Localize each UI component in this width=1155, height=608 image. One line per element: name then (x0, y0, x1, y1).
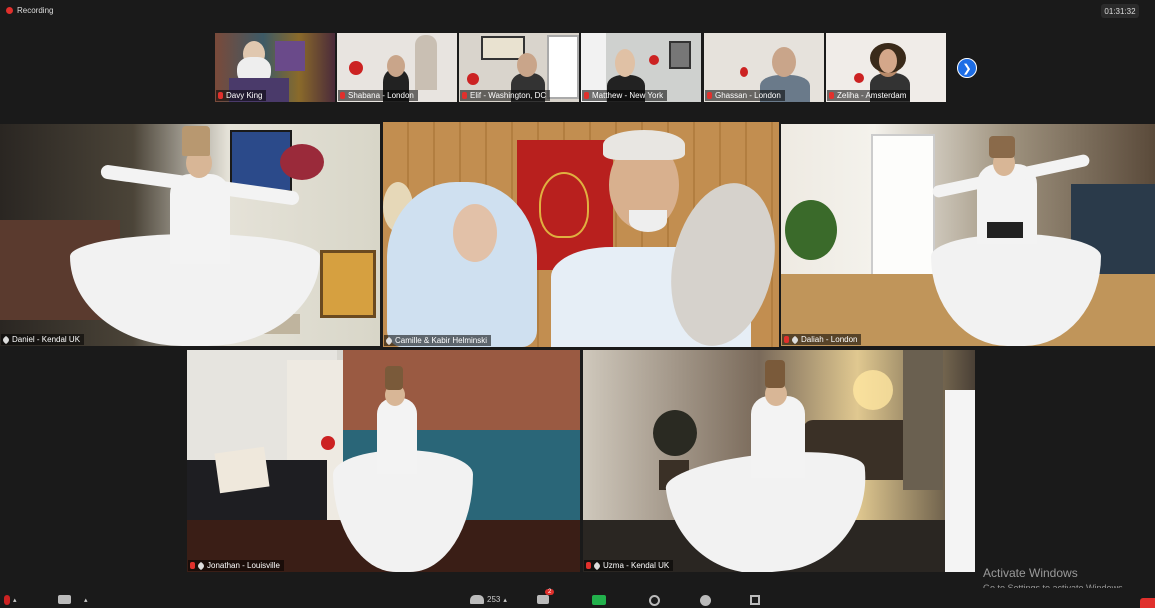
reactions-button[interactable] (700, 595, 711, 606)
video-tile[interactable]: Jonathan - Louisville (187, 350, 580, 572)
participant-thumbnail[interactable]: Matthew - New York (581, 33, 701, 102)
pin-icon (592, 561, 602, 570)
participant-thumbnail[interactable]: Davy King (215, 33, 335, 102)
muted-mic-icon (829, 92, 834, 99)
pin-icon (384, 336, 394, 345)
apps-button[interactable] (750, 595, 760, 605)
participant-name-tag: Daliah - London (782, 334, 862, 345)
muted-mic-icon (462, 92, 467, 99)
participants-button[interactable]: 253 ▴ (470, 595, 507, 604)
elapsed-time: 01:31:32 (1104, 6, 1136, 16)
record-icon (649, 595, 660, 606)
record-button[interactable] (649, 595, 660, 606)
muted-mic-icon (784, 336, 789, 343)
participants-chevron-icon[interactable]: ▴ (503, 596, 507, 604)
pin-icon (1, 335, 11, 344)
participant-name-tag: Daniel - Kendal UK (1, 334, 85, 345)
muted-mic-icon (340, 92, 345, 99)
video-tile[interactable]: Daniel - Kendal UK (0, 124, 380, 346)
share-icon (592, 595, 606, 605)
video-tile[interactable]: Daliah - London (781, 124, 1155, 346)
record-dot-icon (6, 7, 13, 14)
pin-icon (790, 335, 800, 344)
participant-thumbnail[interactable]: Zeliha - Amsterdam (826, 33, 946, 102)
video-tile[interactable]: Uzma - Kendal UK (583, 350, 975, 572)
chat-button[interactable]: 2 (537, 589, 555, 604)
muted-mic-icon (707, 92, 712, 99)
participant-name-tag: Uzma - Kendal UK (584, 560, 674, 571)
participant-name-tag: Jonathan - Louisville (188, 560, 284, 571)
next-page-button[interactable]: ❯ (957, 58, 977, 78)
chat-icon (537, 595, 549, 604)
chat-unread-badge: 2 (545, 589, 555, 595)
apps-icon (750, 595, 760, 605)
participants-count: 253 (487, 595, 501, 604)
participant-name-tag: Ghassan - London (705, 90, 785, 101)
participant-name-tag: Elif - Washington, DC (460, 90, 551, 101)
video-button[interactable]: ▴ (58, 595, 88, 604)
video-tile-active-speaker[interactable]: Camille & Kabir Helminski (383, 122, 779, 347)
muted-mic-icon (584, 92, 589, 99)
muted-mic-icon (586, 562, 591, 569)
participant-name-tag: Camille & Kabir Helminski (384, 335, 492, 346)
meeting-toolbar (0, 588, 1155, 608)
participant-thumbnail[interactable]: Shabana - London (337, 33, 457, 102)
participants-icon (470, 595, 484, 604)
chevron-right-icon: ❯ (962, 62, 972, 75)
mic-options-chevron-icon[interactable]: ▴ (13, 596, 17, 604)
pin-icon (196, 561, 206, 570)
participant-name-tag: Davy King (216, 90, 267, 101)
recording-indicator[interactable]: Recording (6, 6, 53, 15)
video-options-chevron-icon[interactable]: ▴ (84, 596, 88, 604)
mic-icon (4, 595, 10, 605)
video-icon (58, 595, 71, 604)
participant-thumbnail[interactable]: Elif - Washington, DC (459, 33, 579, 102)
participant-name-tag: Matthew - New York (582, 90, 668, 101)
end-meeting-button[interactable] (1140, 598, 1155, 608)
muted-mic-icon (218, 92, 223, 99)
participant-thumbnail[interactable]: Ghassan - London (704, 33, 824, 102)
share-screen-button[interactable] (592, 595, 606, 605)
muted-mic-icon (190, 562, 195, 569)
mic-button[interactable]: ▴ (4, 595, 17, 605)
windows-activation-title: Activate Windows (983, 566, 1078, 580)
participant-name-tag: Shabana - London (338, 90, 418, 101)
participant-name-tag: Zeliha - Amsterdam (827, 90, 911, 101)
meeting-timer: 01:31:32 (1101, 4, 1139, 18)
recording-label: Recording (17, 6, 54, 15)
reactions-icon (700, 595, 711, 606)
